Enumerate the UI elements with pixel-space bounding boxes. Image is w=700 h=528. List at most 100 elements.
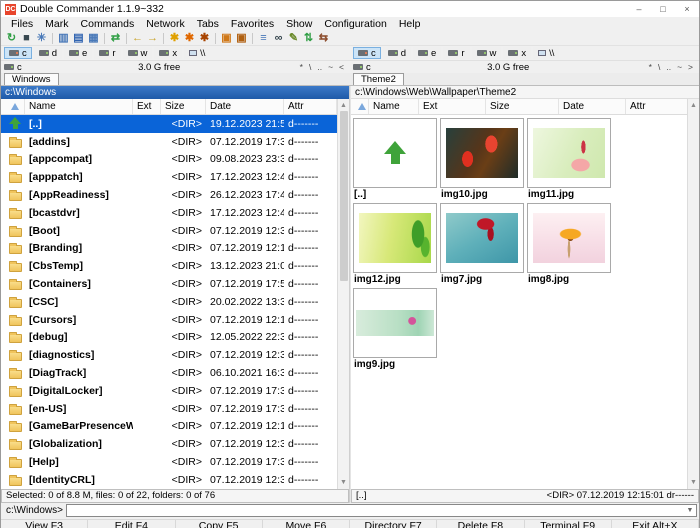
fkey-alt-x[interactable]: Exit Alt+X	[612, 520, 699, 528]
swap-panels-icon[interactable]: ⇄	[108, 31, 123, 45]
panel-nav-button[interactable]: \	[306, 62, 314, 72]
column-ext[interactable]: Ext	[419, 99, 486, 114]
file-row[interactable]: [diagnostics]<DIR>07.12.2019 12:31:03d--…	[1, 346, 337, 364]
column-name[interactable]: Name	[369, 99, 419, 114]
panel-nav-button[interactable]: ..	[314, 62, 325, 72]
file-row[interactable]: [..]<DIR>19.12.2023 21:52:53d-------	[1, 115, 337, 133]
fkey-f5[interactable]: Copy F5	[176, 520, 263, 528]
drive-button-c[interactable]: c	[4, 47, 32, 59]
drive-select-left[interactable]: c	[4, 62, 22, 73]
terminal-icon[interactable]: ■	[19, 31, 34, 45]
drive-button-x[interactable]: x	[503, 47, 531, 59]
drive-button-c[interactable]: c	[353, 47, 381, 59]
panel-nav-button[interactable]: <	[336, 62, 347, 72]
file-row[interactable]: [addins]<DIR>07.12.2019 17:35:43d-------	[1, 133, 337, 151]
close-button[interactable]: ×	[675, 1, 699, 17]
file-row[interactable]: [en-US]<DIR>07.12.2019 17:34:32d-------	[1, 400, 337, 418]
thumbnail-item[interactable]: img8.jpg	[527, 203, 613, 288]
file-row[interactable]: [Globalization]<DIR>07.12.2019 12:31:03d…	[1, 435, 337, 453]
fkey-f8[interactable]: Delete F8	[437, 520, 524, 528]
file-row[interactable]: [IdentityCRL]<DIR>07.12.2019 12:31:03d--…	[1, 471, 337, 489]
column-attr[interactable]: Attr	[284, 99, 337, 114]
file-row[interactable]: [CbsTemp]<DIR>13.12.2023 21:02:03d------…	[1, 257, 337, 275]
scrollbar-right[interactable]: ▲ ▼	[687, 99, 699, 489]
file-row[interactable]: [DiagTrack]<DIR>06.10.2021 16:36:17d----…	[1, 364, 337, 382]
panel-nav-button[interactable]: *	[646, 62, 655, 72]
drive-button-r[interactable]: r	[443, 47, 469, 59]
file-row[interactable]: [appcompat]<DIR>09.08.2023 23:34:49d----…	[1, 151, 337, 169]
minimize-button[interactable]: –	[627, 1, 651, 17]
drive-button-w[interactable]: w	[472, 47, 502, 59]
options-icon[interactable]: ✳	[34, 31, 49, 45]
compare-icon[interactable]: ⇆	[316, 31, 331, 45]
pack-1-icon[interactable]: ✱	[167, 31, 182, 45]
panel-nav-button[interactable]: >	[685, 62, 696, 72]
scroll-down-icon[interactable]: ▼	[338, 477, 349, 489]
column-date[interactable]: Date	[206, 99, 284, 114]
drive-button-d[interactable]: d	[34, 47, 62, 59]
thumbnail-item[interactable]: img11.jpg	[527, 118, 613, 203]
search-icon[interactable]: ∞	[271, 31, 286, 45]
file-row[interactable]: [Help]<DIR>07.12.2019 17:34:32d-------	[1, 453, 337, 471]
tab-windows[interactable]: Windows	[4, 73, 59, 85]
archive-1-icon[interactable]: ▣	[219, 31, 234, 45]
menu-files[interactable]: Files	[5, 18, 39, 30]
file-row[interactable]: [debug]<DIR>12.05.2022 22:38:23d-------	[1, 329, 337, 347]
path-bar-right[interactable]: c:\Windows\Web\Wallpaper\Theme2	[351, 86, 699, 99]
drive-button-r[interactable]: r	[94, 47, 120, 59]
path-bar-left[interactable]: c:\Windows	[1, 86, 349, 99]
panel-nav-button[interactable]: ~	[674, 62, 685, 72]
drive-button-e[interactable]: e	[64, 47, 92, 59]
tab-theme2[interactable]: Theme2	[353, 73, 404, 85]
copy-left-icon[interactable]: ←	[130, 31, 145, 45]
menu-mark[interactable]: Mark	[39, 18, 74, 30]
copy-names-icon[interactable]: ≡	[256, 31, 271, 45]
thumbnail-item[interactable]: img12.jpg	[353, 203, 439, 288]
drive-select-right[interactable]: c	[353, 62, 371, 73]
menu-network[interactable]: Network	[140, 18, 191, 30]
refresh-icon[interactable]: ↻	[4, 31, 19, 45]
panel-nav-button[interactable]: ~	[325, 62, 336, 72]
menu-show[interactable]: Show	[280, 18, 318, 30]
archive-2-icon[interactable]: ▣	[234, 31, 249, 45]
copy-right-icon[interactable]: →	[145, 31, 160, 45]
maximize-button[interactable]: □	[651, 1, 675, 17]
pack-2-icon[interactable]: ✱	[182, 31, 197, 45]
file-row[interactable]: [Containers]<DIR>07.12.2019 17:58:40d---…	[1, 275, 337, 293]
thumbnail-item[interactable]: [..]	[353, 118, 439, 203]
file-row[interactable]: [GameBarPresenceWriter]<DIR>07.12.2019 1…	[1, 418, 337, 436]
scrollbar-thumb[interactable]	[340, 111, 348, 281]
fkey-f9[interactable]: Terminal F9	[525, 520, 612, 528]
fkey-f7[interactable]: Directory F7	[350, 520, 437, 528]
column-attr[interactable]: Attr	[626, 99, 689, 114]
thumbnail-item[interactable]: img7.jpg	[440, 203, 526, 288]
chevron-down-icon[interactable]: ▼	[684, 507, 696, 514]
file-row[interactable]: [DigitalLocker]<DIR>07.12.2019 17:34:32d…	[1, 382, 337, 400]
drive-button-x[interactable]: x	[154, 47, 182, 59]
menu-favorites[interactable]: Favorites	[225, 18, 280, 30]
sync-dirs-icon[interactable]: ⇅	[301, 31, 316, 45]
fkey-f6[interactable]: Move F6	[263, 520, 350, 528]
column-size[interactable]: Size	[486, 99, 559, 114]
fkey-f3[interactable]: View F3	[1, 520, 88, 528]
command-input[interactable]: ▼	[66, 504, 697, 517]
column-size[interactable]: Size	[161, 99, 206, 114]
file-row[interactable]: [CSC]<DIR>20.02.2022 13:35:56d-------	[1, 293, 337, 311]
drive-button-w[interactable]: w	[123, 47, 153, 59]
file-row[interactable]: [Branding]<DIR>07.12.2019 12:14:52d-----…	[1, 240, 337, 258]
file-row[interactable]: [Cursors]<DIR>07.12.2019 12:14:54d------…	[1, 311, 337, 329]
file-row[interactable]: [bcastdvr]<DIR>17.12.2023 12:48:17d-----…	[1, 204, 337, 222]
brief-view-icon[interactable]: ▥	[56, 31, 71, 45]
sort-column-header[interactable]	[1, 99, 25, 114]
sort-column-header[interactable]	[351, 99, 369, 114]
file-row[interactable]: [Boot]<DIR>07.12.2019 12:31:03d-------	[1, 222, 337, 240]
thumbnail-item[interactable]: img9.jpg	[353, 288, 439, 373]
panel-nav-button[interactable]: \	[655, 62, 663, 72]
full-view-icon[interactable]: ▤	[71, 31, 86, 45]
file-row[interactable]: [apppatch]<DIR>17.12.2023 12:48:17d-----…	[1, 168, 337, 186]
fkey-f4[interactable]: Edit F4	[88, 520, 175, 528]
drive-button-d[interactable]: d	[383, 47, 411, 59]
drive-button-network[interactable]: \\	[533, 47, 559, 59]
menu-help[interactable]: Help	[393, 18, 427, 30]
column-ext[interactable]: Ext	[133, 99, 161, 114]
